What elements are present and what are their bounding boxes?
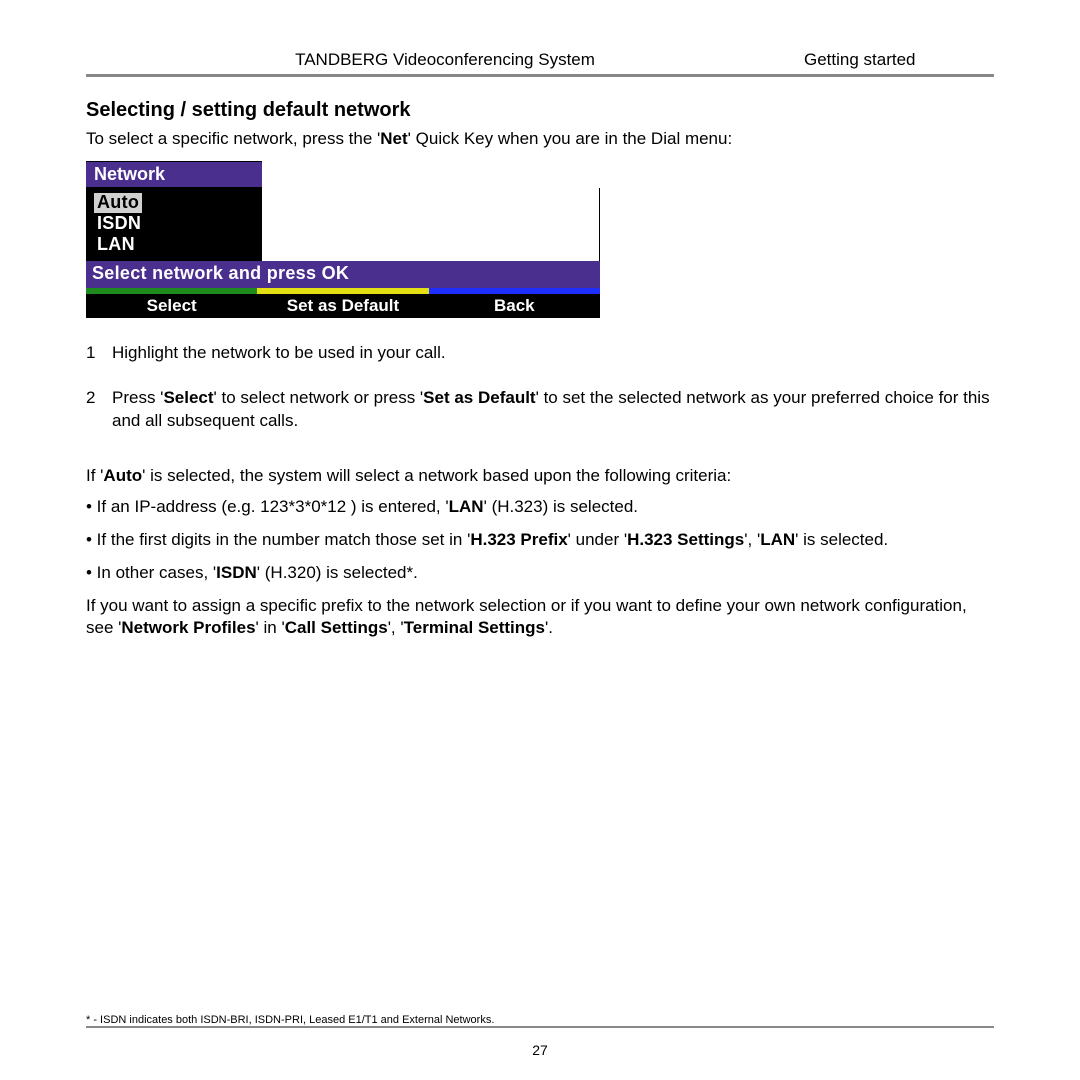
menu-prompt: Select network and press OK — [86, 261, 600, 288]
bullet-3-b: ISDN — [216, 563, 257, 582]
auto-bold: Auto — [103, 466, 142, 485]
bullet-2-b3: LAN — [760, 530, 795, 549]
step-2-b1: Select — [163, 388, 213, 407]
intro-bold: Net — [380, 129, 407, 148]
footer-divider — [86, 1026, 994, 1028]
bullet-2-b2: H.323 Settings — [627, 530, 744, 549]
closing-mid2: ', ' — [388, 618, 404, 637]
step-2-number: 2 — [86, 387, 112, 433]
closing-b3: Terminal Settings — [404, 618, 545, 637]
auto-criteria-intro: If 'Auto' is selected, the system will s… — [86, 465, 994, 488]
header-right-section: Getting started — [804, 50, 994, 70]
menu-option-lan[interactable]: LAN — [94, 235, 138, 255]
bullet-2-post: ' is selected. — [795, 530, 888, 549]
bullet-2-b1: H.323 Prefix — [470, 530, 567, 549]
intro-post: ' Quick Key when you are in the Dial men… — [408, 129, 733, 148]
page-header: TANDBERG Videoconferencing System Gettin… — [86, 50, 994, 70]
bullet-2-mid2: ', ' — [744, 530, 760, 549]
menu-body-row: Auto ISDN LAN — [86, 188, 600, 261]
page-number: 27 — [0, 1042, 1080, 1058]
menu-option-list: Auto ISDN LAN — [86, 188, 262, 261]
closing-b1: Network Profiles — [121, 618, 255, 637]
bullet-3: • In other cases, 'ISDN' (H.320) is sele… — [86, 562, 994, 585]
bullet-2-pre: • If the first digits in the number matc… — [86, 530, 470, 549]
page: TANDBERG Videoconferencing System Gettin… — [0, 0, 1080, 1080]
network-menu-screenshot: Network Auto ISDN LAN Select network and… — [86, 161, 600, 318]
bullet-2: • If the first digits in the number matc… — [86, 529, 994, 552]
criteria-bullets: • If an IP-address (e.g. 123*3*0*12 ) is… — [86, 496, 994, 585]
menu-option-auto[interactable]: Auto — [94, 193, 142, 213]
closing-text: If you want to assign a specific prefix … — [86, 595, 994, 641]
step-2-b2: Set as Default — [423, 388, 535, 407]
step-2-text: Press 'Select' to select network or pres… — [112, 387, 994, 433]
closing-mid1: ' in ' — [256, 618, 285, 637]
menu-title: Network — [86, 161, 262, 188]
numbered-steps: 1 Highlight the network to be used in yo… — [86, 342, 994, 433]
header-divider — [86, 74, 994, 77]
bullet-1: • If an IP-address (e.g. 123*3*0*12 ) is… — [86, 496, 994, 519]
bullet-1-pre: • If an IP-address (e.g. 123*3*0*12 ) is… — [86, 497, 449, 516]
softkey-back[interactable]: Back — [429, 294, 600, 318]
intro-text: To select a specific network, press the … — [86, 128, 994, 151]
softkey-select[interactable]: Select — [86, 294, 257, 318]
menu-option-isdn[interactable]: ISDN — [94, 214, 144, 234]
auto-post: ' is selected, the system will select a … — [142, 466, 731, 485]
bullet-1-post: ' (H.323) is selected. — [484, 497, 638, 516]
softkey-default[interactable]: Set as Default — [257, 294, 428, 318]
bullet-1-b: LAN — [449, 497, 484, 516]
step-2-pre: Press ' — [112, 388, 163, 407]
step-2: 2 Press 'Select' to select network or pr… — [86, 387, 994, 433]
step-2-mid: ' to select network or press ' — [214, 388, 424, 407]
menu-right-blank — [262, 188, 600, 261]
closing-b2: Call Settings — [285, 618, 388, 637]
step-1-text: Highlight the network to be used in your… — [112, 342, 994, 365]
footnote: * - ISDN indicates both ISDN-BRI, ISDN-P… — [86, 1014, 994, 1026]
intro-pre: To select a specific network, press the … — [86, 129, 380, 148]
step-1-number: 1 — [86, 342, 112, 365]
section-heading: Selecting / setting default network — [86, 99, 994, 122]
bullet-3-post: ' (H.320) is selected*. — [257, 563, 418, 582]
header-center-title: TANDBERG Videoconferencing System — [86, 50, 804, 70]
step-1: 1 Highlight the network to be used in yo… — [86, 342, 994, 365]
closing-post: '. — [545, 618, 553, 637]
menu-softkeys: Select Set as Default Back — [86, 294, 600, 318]
bullet-2-mid: ' under ' — [568, 530, 627, 549]
bullet-3-pre: • In other cases, ' — [86, 563, 216, 582]
auto-pre: If ' — [86, 466, 103, 485]
